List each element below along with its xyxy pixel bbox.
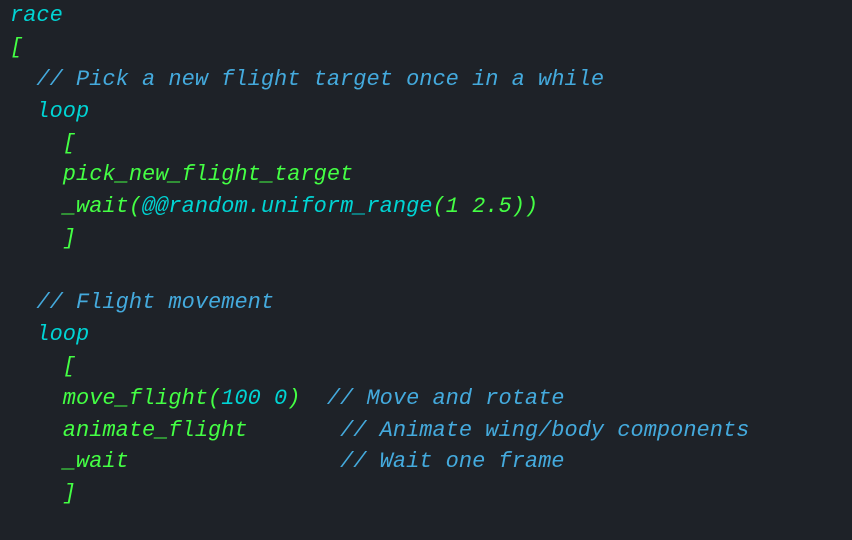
code-token: // Move and rotate: [327, 386, 565, 411]
code-line: pick_new_flight_target: [10, 159, 832, 191]
code-token: ]: [10, 226, 76, 251]
code-line: [10, 510, 832, 540]
code-token: 1 2.5: [446, 194, 512, 219]
code-line: _wait(@@random.uniform_range(1 2.5)): [10, 191, 832, 223]
code-line: ]: [10, 223, 832, 255]
code-token: )): [512, 194, 538, 219]
code-token: [: [10, 35, 23, 60]
code-token: // Wait one frame: [340, 449, 564, 474]
code-line: ]: [10, 478, 832, 510]
code-token: animate_flight: [10, 418, 340, 443]
code-token: _wait: [10, 449, 340, 474]
code-token: 100 0: [221, 386, 287, 411]
code-token: loop: [10, 99, 89, 124]
code-token: [10, 290, 36, 315]
code-token: race: [10, 3, 63, 28]
code-token: _wait(: [10, 194, 142, 219]
code-token: // Pick a new flight target once in a wh…: [36, 67, 604, 92]
code-line: move_flight(100 0) // Move and rotate: [10, 383, 832, 415]
code-line: [: [10, 351, 832, 383]
code-token: [10, 67, 36, 92]
code-editor: race [ // Pick a new flight target once i…: [0, 0, 852, 540]
code-token: [: [10, 354, 76, 379]
code-line: loop: [10, 96, 832, 128]
code-token: @@random.uniform_range: [142, 194, 432, 219]
code-token: // Animate wing/body components: [340, 418, 749, 443]
code-line: // Pick a new flight target once in a wh…: [10, 64, 832, 96]
code-token: move_flight(: [10, 386, 221, 411]
code-line: // Flight movement: [10, 287, 832, 319]
code-line: [: [10, 128, 832, 160]
code-token: pick_new_flight_target: [10, 162, 353, 187]
code-line: race: [10, 0, 832, 32]
code-token: (: [432, 194, 445, 219]
code-token: ]: [10, 481, 76, 506]
code-token: // Flight movement: [36, 290, 274, 315]
code-line: loop: [10, 319, 832, 351]
code-line: _wait // Wait one frame: [10, 446, 832, 478]
code-token: [: [10, 131, 76, 156]
code-token: loop: [10, 322, 89, 347]
code-line: [: [10, 32, 832, 64]
code-line: animate_flight // Animate wing/body comp…: [10, 415, 832, 447]
code-lines: race [ // Pick a new flight target once i…: [10, 0, 832, 540]
code-line: [10, 255, 832, 287]
code-token: ): [287, 386, 327, 411]
